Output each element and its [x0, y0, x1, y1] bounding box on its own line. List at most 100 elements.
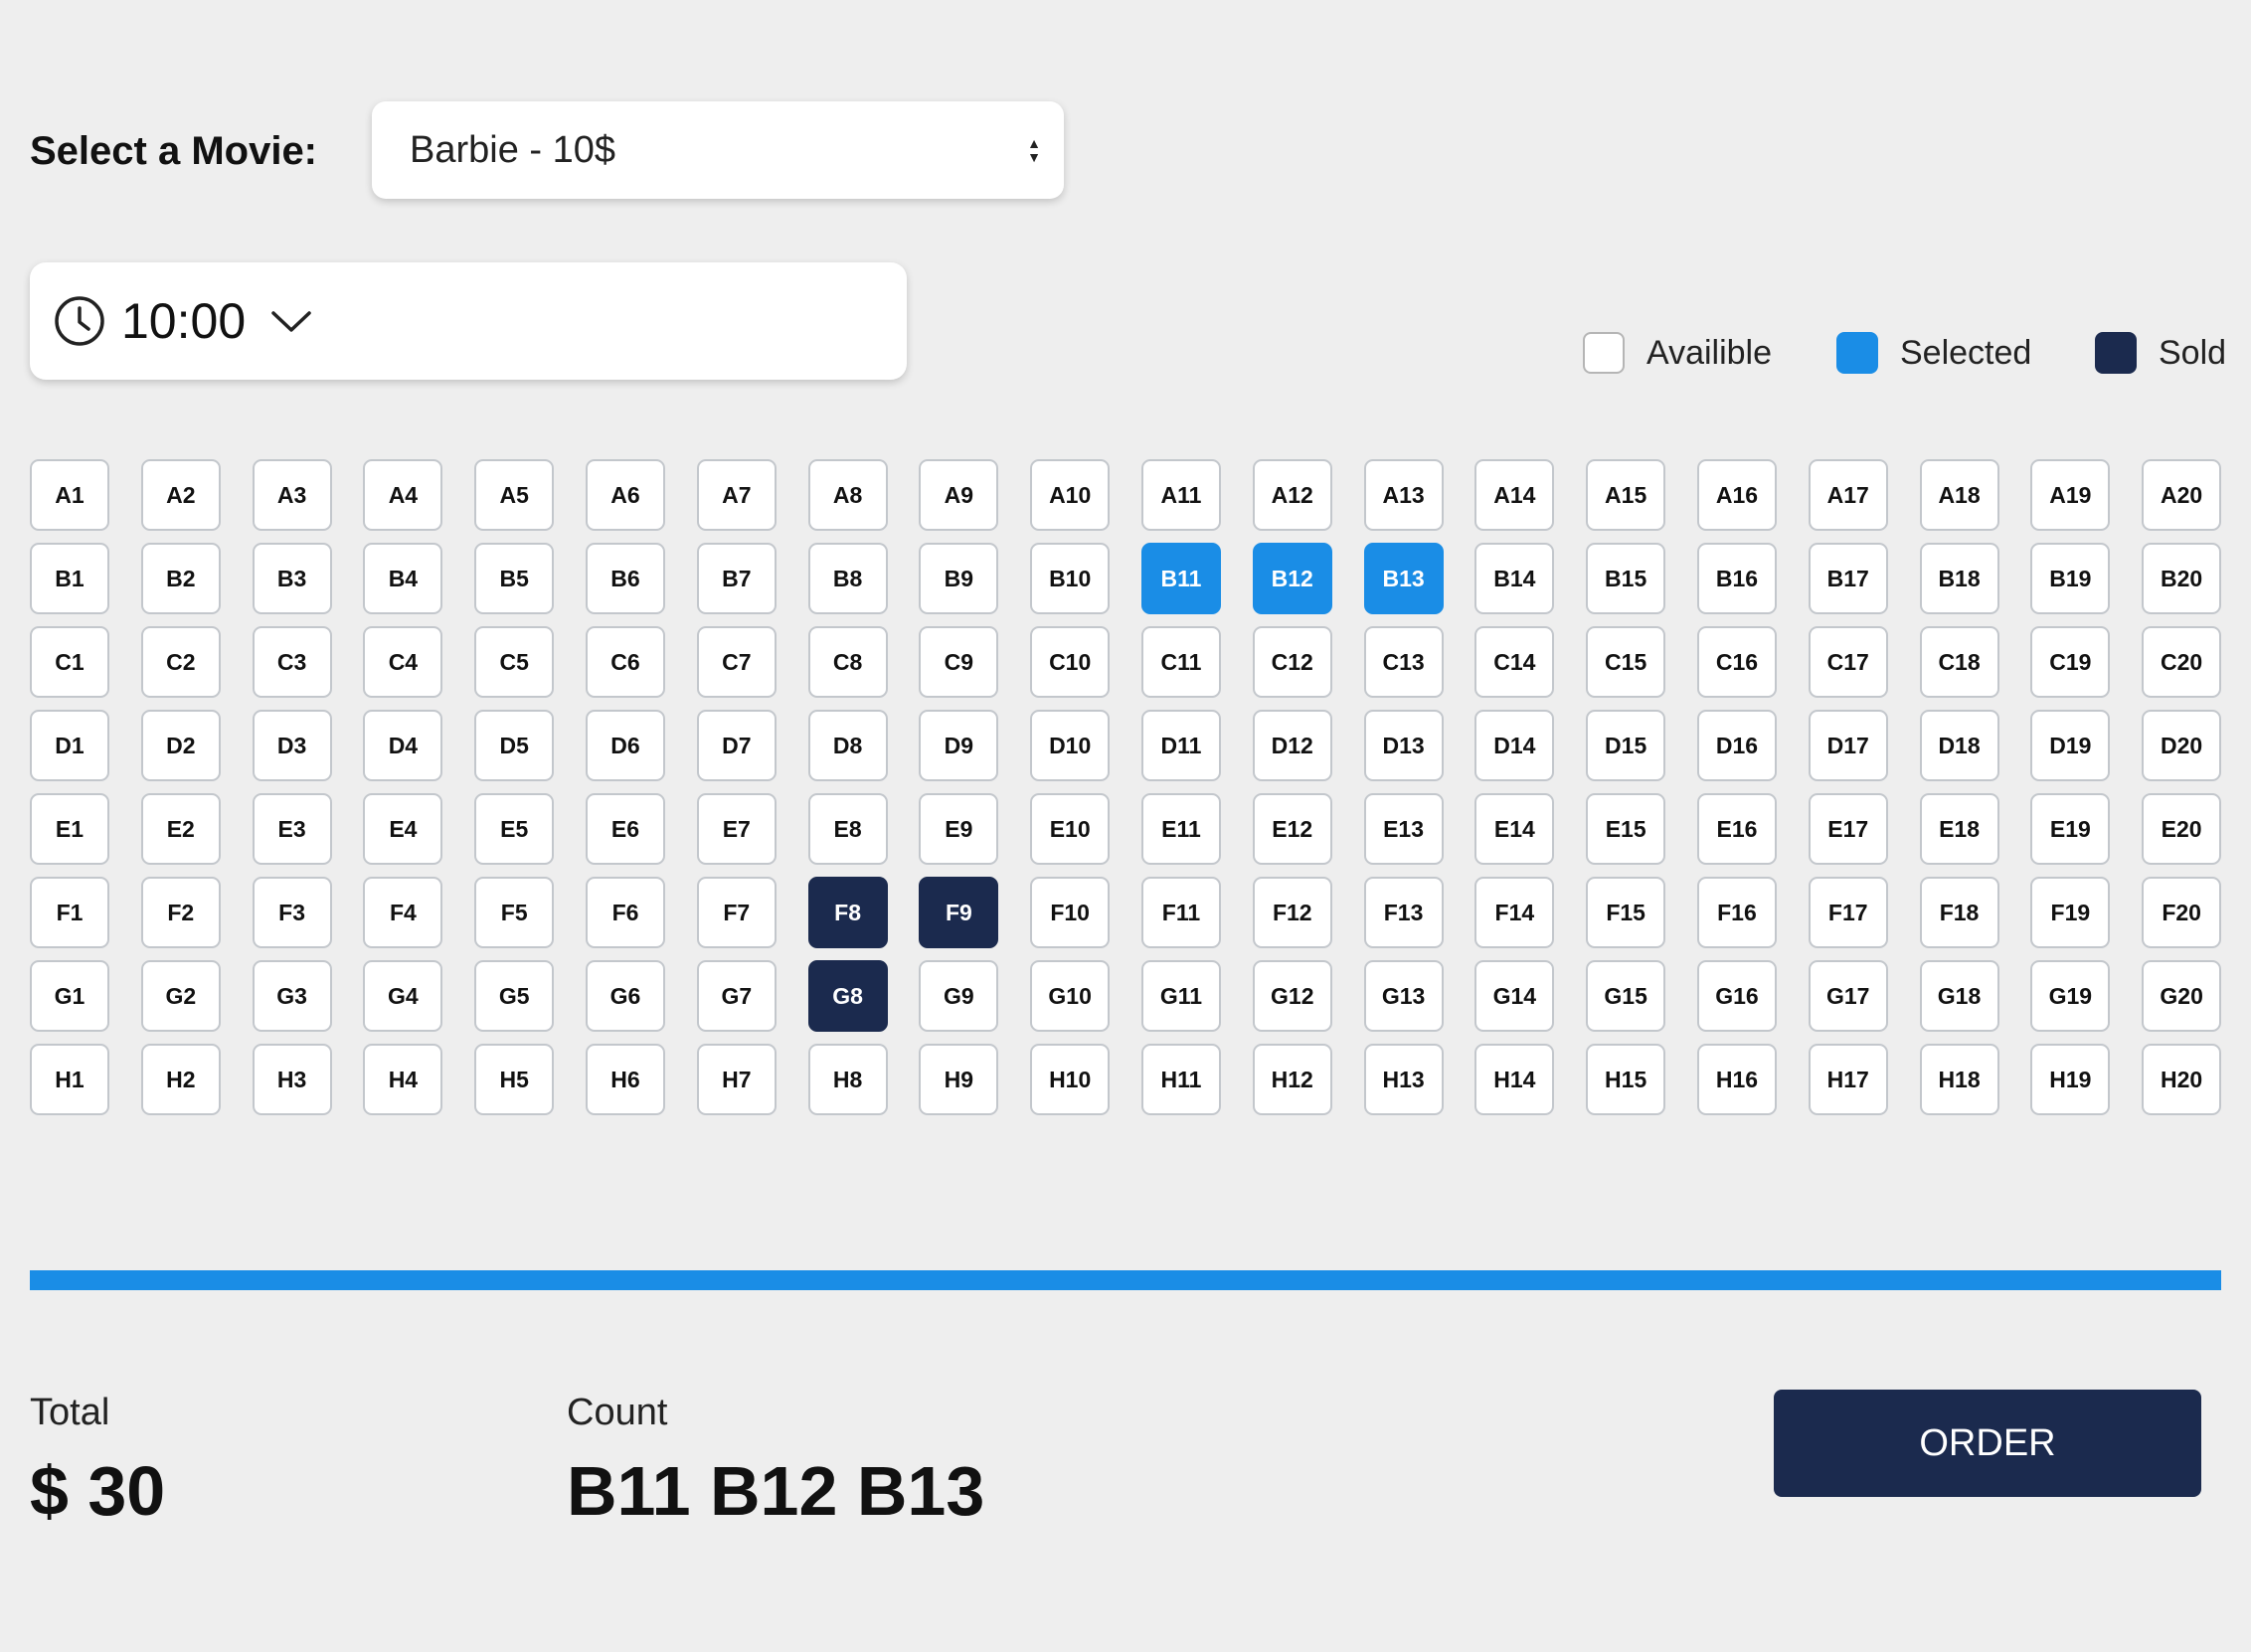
seat-B1[interactable]: B1	[30, 543, 109, 614]
seat-G12[interactable]: G12	[1252, 960, 1332, 1032]
seat-F7[interactable]: F7	[696, 877, 777, 948]
seat-G3[interactable]: G3	[252, 960, 332, 1032]
seat-C2[interactable]: C2	[140, 626, 221, 698]
seat-G16[interactable]: G16	[1696, 960, 1777, 1032]
seat-D11[interactable]: D11	[1140, 710, 1221, 781]
seat-H13[interactable]: H13	[1363, 1044, 1444, 1115]
seat-H20[interactable]: H20	[2142, 1044, 2222, 1115]
seat-E15[interactable]: E15	[1586, 793, 1666, 865]
seat-E20[interactable]: E20	[2142, 793, 2222, 865]
seat-C1[interactable]: C1	[30, 626, 109, 698]
seat-H3[interactable]: H3	[252, 1044, 332, 1115]
seat-E9[interactable]: E9	[919, 793, 999, 865]
seat-C9[interactable]: C9	[919, 626, 999, 698]
seat-H16[interactable]: H16	[1696, 1044, 1777, 1115]
seat-F17[interactable]: F17	[1808, 877, 1888, 948]
seat-G1[interactable]: G1	[30, 960, 109, 1032]
seat-C3[interactable]: C3	[252, 626, 332, 698]
seat-D9[interactable]: D9	[919, 710, 999, 781]
seat-D13[interactable]: D13	[1363, 710, 1444, 781]
seat-D14[interactable]: D14	[1474, 710, 1555, 781]
seat-B5[interactable]: B5	[474, 543, 555, 614]
seat-A6[interactable]: A6	[585, 459, 665, 531]
seat-G19[interactable]: G19	[2030, 960, 2111, 1032]
seat-B3[interactable]: B3	[252, 543, 332, 614]
seat-B6[interactable]: B6	[585, 543, 665, 614]
seat-E4[interactable]: E4	[363, 793, 443, 865]
seat-D2[interactable]: D2	[140, 710, 221, 781]
seat-A14[interactable]: A14	[1474, 459, 1555, 531]
seat-E12[interactable]: E12	[1252, 793, 1332, 865]
seat-E1[interactable]: E1	[30, 793, 109, 865]
seat-G7[interactable]: G7	[696, 960, 777, 1032]
seat-F20[interactable]: F20	[2142, 877, 2222, 948]
seat-A17[interactable]: A17	[1808, 459, 1888, 531]
seat-E2[interactable]: E2	[140, 793, 221, 865]
seat-D17[interactable]: D17	[1808, 710, 1888, 781]
seat-F15[interactable]: F15	[1586, 877, 1666, 948]
seat-E11[interactable]: E11	[1140, 793, 1221, 865]
seat-H10[interactable]: H10	[1030, 1044, 1111, 1115]
seat-H11[interactable]: H11	[1140, 1044, 1221, 1115]
seat-B19[interactable]: B19	[2030, 543, 2111, 614]
seat-B12[interactable]: B12	[1252, 543, 1332, 614]
movie-select[interactable]: Barbie - 10$ ▲ ▼	[372, 101, 1064, 199]
seat-F12[interactable]: F12	[1252, 877, 1332, 948]
seat-A12[interactable]: A12	[1252, 459, 1332, 531]
seat-H4[interactable]: H4	[363, 1044, 443, 1115]
seat-B20[interactable]: B20	[2142, 543, 2222, 614]
seat-C13[interactable]: C13	[1363, 626, 1444, 698]
seat-B15[interactable]: B15	[1586, 543, 1666, 614]
seat-H19[interactable]: H19	[2030, 1044, 2111, 1115]
seat-D1[interactable]: D1	[30, 710, 109, 781]
seat-B4[interactable]: B4	[363, 543, 443, 614]
seat-G20[interactable]: G20	[2142, 960, 2222, 1032]
seat-E10[interactable]: E10	[1030, 793, 1111, 865]
seat-A13[interactable]: A13	[1363, 459, 1444, 531]
seat-D12[interactable]: D12	[1252, 710, 1332, 781]
seat-D10[interactable]: D10	[1030, 710, 1111, 781]
seat-C19[interactable]: C19	[2030, 626, 2111, 698]
seat-B18[interactable]: B18	[1919, 543, 1999, 614]
seat-A15[interactable]: A15	[1586, 459, 1666, 531]
seat-H1[interactable]: H1	[30, 1044, 109, 1115]
seat-G18[interactable]: G18	[1919, 960, 1999, 1032]
seat-C20[interactable]: C20	[2142, 626, 2222, 698]
seat-C4[interactable]: C4	[363, 626, 443, 698]
seat-B16[interactable]: B16	[1696, 543, 1777, 614]
seat-B10[interactable]: B10	[1030, 543, 1111, 614]
seat-A1[interactable]: A1	[30, 459, 109, 531]
seat-E3[interactable]: E3	[252, 793, 332, 865]
seat-C10[interactable]: C10	[1030, 626, 1111, 698]
seat-A18[interactable]: A18	[1919, 459, 1999, 531]
seat-F13[interactable]: F13	[1363, 877, 1444, 948]
seat-H12[interactable]: H12	[1252, 1044, 1332, 1115]
seat-C8[interactable]: C8	[807, 626, 888, 698]
seat-D4[interactable]: D4	[363, 710, 443, 781]
seat-E14[interactable]: E14	[1474, 793, 1555, 865]
seat-D18[interactable]: D18	[1919, 710, 1999, 781]
seat-G17[interactable]: G17	[1808, 960, 1888, 1032]
seat-F2[interactable]: F2	[140, 877, 221, 948]
seat-H5[interactable]: H5	[474, 1044, 555, 1115]
seat-A11[interactable]: A11	[1140, 459, 1221, 531]
seat-E16[interactable]: E16	[1696, 793, 1777, 865]
seat-F3[interactable]: F3	[252, 877, 332, 948]
seat-H8[interactable]: H8	[807, 1044, 888, 1115]
seat-H7[interactable]: H7	[696, 1044, 777, 1115]
seat-A16[interactable]: A16	[1696, 459, 1777, 531]
seat-A4[interactable]: A4	[363, 459, 443, 531]
seat-H17[interactable]: H17	[1808, 1044, 1888, 1115]
seat-G2[interactable]: G2	[140, 960, 221, 1032]
seat-H14[interactable]: H14	[1474, 1044, 1555, 1115]
order-button[interactable]: ORDER	[1774, 1390, 2201, 1497]
seat-C6[interactable]: C6	[585, 626, 665, 698]
seat-F4[interactable]: F4	[363, 877, 443, 948]
seat-D6[interactable]: D6	[585, 710, 665, 781]
seat-C11[interactable]: C11	[1140, 626, 1221, 698]
seat-H15[interactable]: H15	[1586, 1044, 1666, 1115]
seat-E5[interactable]: E5	[474, 793, 555, 865]
seat-G6[interactable]: G6	[585, 960, 665, 1032]
seat-C5[interactable]: C5	[474, 626, 555, 698]
seat-G10[interactable]: G10	[1030, 960, 1111, 1032]
